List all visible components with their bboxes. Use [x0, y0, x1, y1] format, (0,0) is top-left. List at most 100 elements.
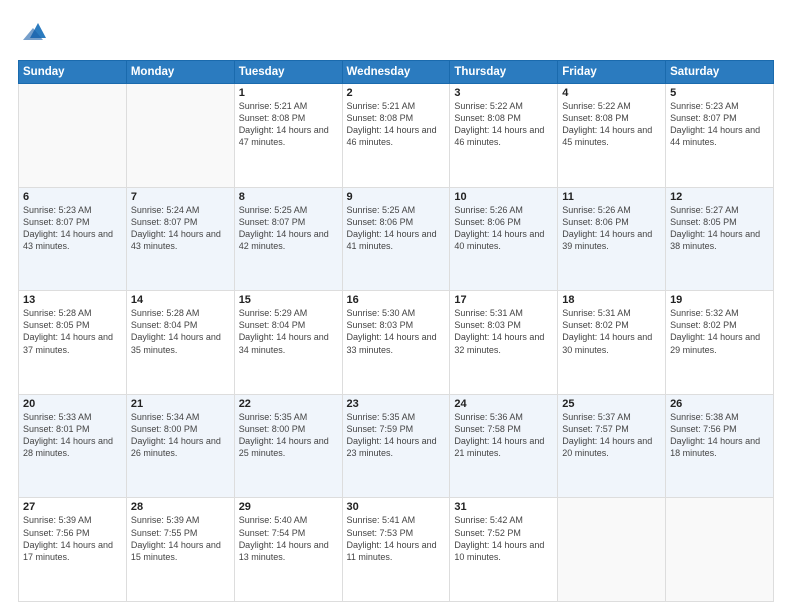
logo: [18, 18, 52, 48]
day-number: 22: [239, 398, 338, 410]
day-info: Sunrise: 5:25 AMSunset: 8:06 PMDaylight:…: [347, 205, 437, 251]
calendar-cell: 17 Sunrise: 5:31 AMSunset: 8:03 PMDayligh…: [450, 291, 558, 395]
page: SundayMondayTuesdayWednesdayThursdayFrid…: [0, 0, 792, 612]
day-info: Sunrise: 5:28 AMSunset: 8:05 PMDaylight:…: [23, 308, 113, 354]
calendar-cell: 13Sunrise: 5:28 AMSunset: 8:05 PMDayligh…: [19, 291, 127, 395]
day-number: 15: [239, 294, 338, 306]
calendar-cell: 3 Sunrise: 5:22 AMSunset: 8:08 PMDaylight…: [450, 84, 558, 188]
day-number: 14: [131, 294, 230, 306]
calendar-table: SundayMondayTuesdayWednesdayThursdayFrid…: [18, 60, 774, 602]
calendar-week-2: 6 Sunrise: 5:23 AMSunset: 8:07 PMDaylight…: [19, 187, 774, 291]
day-number: 5: [670, 87, 769, 99]
calendar-cell: 22 Sunrise: 5:35 AMSunset: 8:00 PMDayligh…: [234, 394, 342, 498]
calendar-week-5: 27Sunrise: 5:39 AMSunset: 7:56 PMDayligh…: [19, 498, 774, 602]
day-info: Sunrise: 5:23 AMSunset: 8:07 PMDaylight:…: [23, 205, 113, 251]
day-number: 24: [454, 398, 553, 410]
day-info: Sunrise: 5:39 AMSunset: 7:56 PMDaylight:…: [23, 515, 113, 561]
calendar-cell: [558, 498, 666, 602]
day-number: 11: [562, 191, 661, 203]
calendar-cell: [126, 84, 234, 188]
day-number: 18: [562, 294, 661, 306]
day-number: 4: [562, 87, 661, 99]
day-number: 28: [131, 501, 230, 513]
day-number: 8: [239, 191, 338, 203]
calendar-cell: 29 Sunrise: 5:40 AMSunset: 7:54 PMDayligh…: [234, 498, 342, 602]
day-info: Sunrise: 5:21 AMSunset: 8:08 PMDaylight:…: [239, 101, 329, 147]
day-number: 12: [670, 191, 769, 203]
day-info: Sunrise: 5:30 AMSunset: 8:03 PMDaylight:…: [347, 308, 437, 354]
calendar-cell: 23Sunrise: 5:35 AMSunset: 7:59 PMDayligh…: [342, 394, 450, 498]
day-info: Sunrise: 5:28 AMSunset: 8:04 PMDaylight:…: [131, 308, 221, 354]
calendar-cell: 18 Sunrise: 5:31 AMSunset: 8:02 PMDayligh…: [558, 291, 666, 395]
day-number: 10: [454, 191, 553, 203]
day-info: Sunrise: 5:38 AMSunset: 7:56 PMDaylight:…: [670, 412, 760, 458]
day-number: 21: [131, 398, 230, 410]
day-number: 29: [239, 501, 338, 513]
calendar-week-3: 13Sunrise: 5:28 AMSunset: 8:05 PMDayligh…: [19, 291, 774, 395]
calendar-cell: 20 Sunrise: 5:33 AMSunset: 8:01 PMDayligh…: [19, 394, 127, 498]
day-info: Sunrise: 5:29 AMSunset: 8:04 PMDaylight:…: [239, 308, 329, 354]
calendar-cell: 6 Sunrise: 5:23 AMSunset: 8:07 PMDaylight…: [19, 187, 127, 291]
calendar-cell: 2Sunrise: 5:21 AMSunset: 8:08 PMDaylight…: [342, 84, 450, 188]
calendar-week-4: 20 Sunrise: 5:33 AMSunset: 8:01 PMDayligh…: [19, 394, 774, 498]
calendar-cell: 8Sunrise: 5:25 AMSunset: 8:07 PMDaylight…: [234, 187, 342, 291]
day-number: 31: [454, 501, 553, 513]
calendar-cell: 26 Sunrise: 5:38 AMSunset: 7:56 PMDayligh…: [666, 394, 774, 498]
day-info: Sunrise: 5:35 AMSunset: 8:00 PMDaylight:…: [239, 412, 329, 458]
day-number: 9: [347, 191, 446, 203]
header: [18, 18, 774, 48]
calendar-cell: 14 Sunrise: 5:28 AMSunset: 8:04 PMDayligh…: [126, 291, 234, 395]
day-header-friday: Friday: [558, 61, 666, 84]
calendar-cell: 21 Sunrise: 5:34 AMSunset: 8:00 PMDayligh…: [126, 394, 234, 498]
day-info: Sunrise: 5:23 AMSunset: 8:07 PMDaylight:…: [670, 101, 760, 147]
day-number: 20: [23, 398, 122, 410]
day-info: Sunrise: 5:33 AMSunset: 8:01 PMDaylight:…: [23, 412, 113, 458]
day-info: Sunrise: 5:24 AMSunset: 8:07 PMDaylight:…: [131, 205, 221, 251]
logo-icon: [18, 18, 48, 48]
day-number: 3: [454, 87, 553, 99]
day-header-thursday: Thursday: [450, 61, 558, 84]
calendar-cell: 25 Sunrise: 5:37 AMSunset: 7:57 PMDayligh…: [558, 394, 666, 498]
day-info: Sunrise: 5:31 AMSunset: 8:03 PMDaylight:…: [454, 308, 544, 354]
calendar-cell: 4 Sunrise: 5:22 AMSunset: 8:08 PMDaylight…: [558, 84, 666, 188]
calendar-cell: 11 Sunrise: 5:26 AMSunset: 8:06 PMDayligh…: [558, 187, 666, 291]
calendar-cell: 16Sunrise: 5:30 AMSunset: 8:03 PMDayligh…: [342, 291, 450, 395]
day-info: Sunrise: 5:32 AMSunset: 8:02 PMDaylight:…: [670, 308, 760, 354]
day-info: Sunrise: 5:22 AMSunset: 8:08 PMDaylight:…: [562, 101, 652, 147]
day-info: Sunrise: 5:26 AMSunset: 8:06 PMDaylight:…: [454, 205, 544, 251]
calendar-cell: 30 Sunrise: 5:41 AMSunset: 7:53 PMDayligh…: [342, 498, 450, 602]
day-number: 19: [670, 294, 769, 306]
day-header-sunday: Sunday: [19, 61, 127, 84]
day-info: Sunrise: 5:36 AMSunset: 7:58 PMDaylight:…: [454, 412, 544, 458]
calendar-cell: 9 Sunrise: 5:25 AMSunset: 8:06 PMDaylight…: [342, 187, 450, 291]
day-number: 6: [23, 191, 122, 203]
day-info: Sunrise: 5:37 AMSunset: 7:57 PMDaylight:…: [562, 412, 652, 458]
day-header-wednesday: Wednesday: [342, 61, 450, 84]
calendar-cell: 31 Sunrise: 5:42 AMSunset: 7:52 PMDayligh…: [450, 498, 558, 602]
day-number: 26: [670, 398, 769, 410]
calendar-cell: [666, 498, 774, 602]
day-number: 17: [454, 294, 553, 306]
day-number: 1: [239, 87, 338, 99]
calendar-cell: 24 Sunrise: 5:36 AMSunset: 7:58 PMDayligh…: [450, 394, 558, 498]
day-info: Sunrise: 5:26 AMSunset: 8:06 PMDaylight:…: [562, 205, 652, 251]
calendar-cell: 7 Sunrise: 5:24 AMSunset: 8:07 PMDaylight…: [126, 187, 234, 291]
day-header-saturday: Saturday: [666, 61, 774, 84]
day-info: Sunrise: 5:31 AMSunset: 8:02 PMDaylight:…: [562, 308, 652, 354]
day-info: Sunrise: 5:27 AMSunset: 8:05 PMDaylight:…: [670, 205, 760, 251]
calendar-header-row: SundayMondayTuesdayWednesdayThursdayFrid…: [19, 61, 774, 84]
calendar-cell: 10 Sunrise: 5:26 AMSunset: 8:06 PMDayligh…: [450, 187, 558, 291]
day-info: Sunrise: 5:42 AMSunset: 7:52 PMDaylight:…: [454, 515, 544, 561]
day-number: 30: [347, 501, 446, 513]
day-info: Sunrise: 5:22 AMSunset: 8:08 PMDaylight:…: [454, 101, 544, 147]
day-number: 7: [131, 191, 230, 203]
day-number: 2: [347, 87, 446, 99]
day-number: 25: [562, 398, 661, 410]
calendar-cell: 12 Sunrise: 5:27 AMSunset: 8:05 PMDayligh…: [666, 187, 774, 291]
day-info: Sunrise: 5:40 AMSunset: 7:54 PMDaylight:…: [239, 515, 329, 561]
calendar-cell: 19 Sunrise: 5:32 AMSunset: 8:02 PMDayligh…: [666, 291, 774, 395]
day-header-tuesday: Tuesday: [234, 61, 342, 84]
calendar-cell: 28Sunrise: 5:39 AMSunset: 7:55 PMDayligh…: [126, 498, 234, 602]
day-info: Sunrise: 5:34 AMSunset: 8:00 PMDaylight:…: [131, 412, 221, 458]
day-info: Sunrise: 5:41 AMSunset: 7:53 PMDaylight:…: [347, 515, 437, 561]
